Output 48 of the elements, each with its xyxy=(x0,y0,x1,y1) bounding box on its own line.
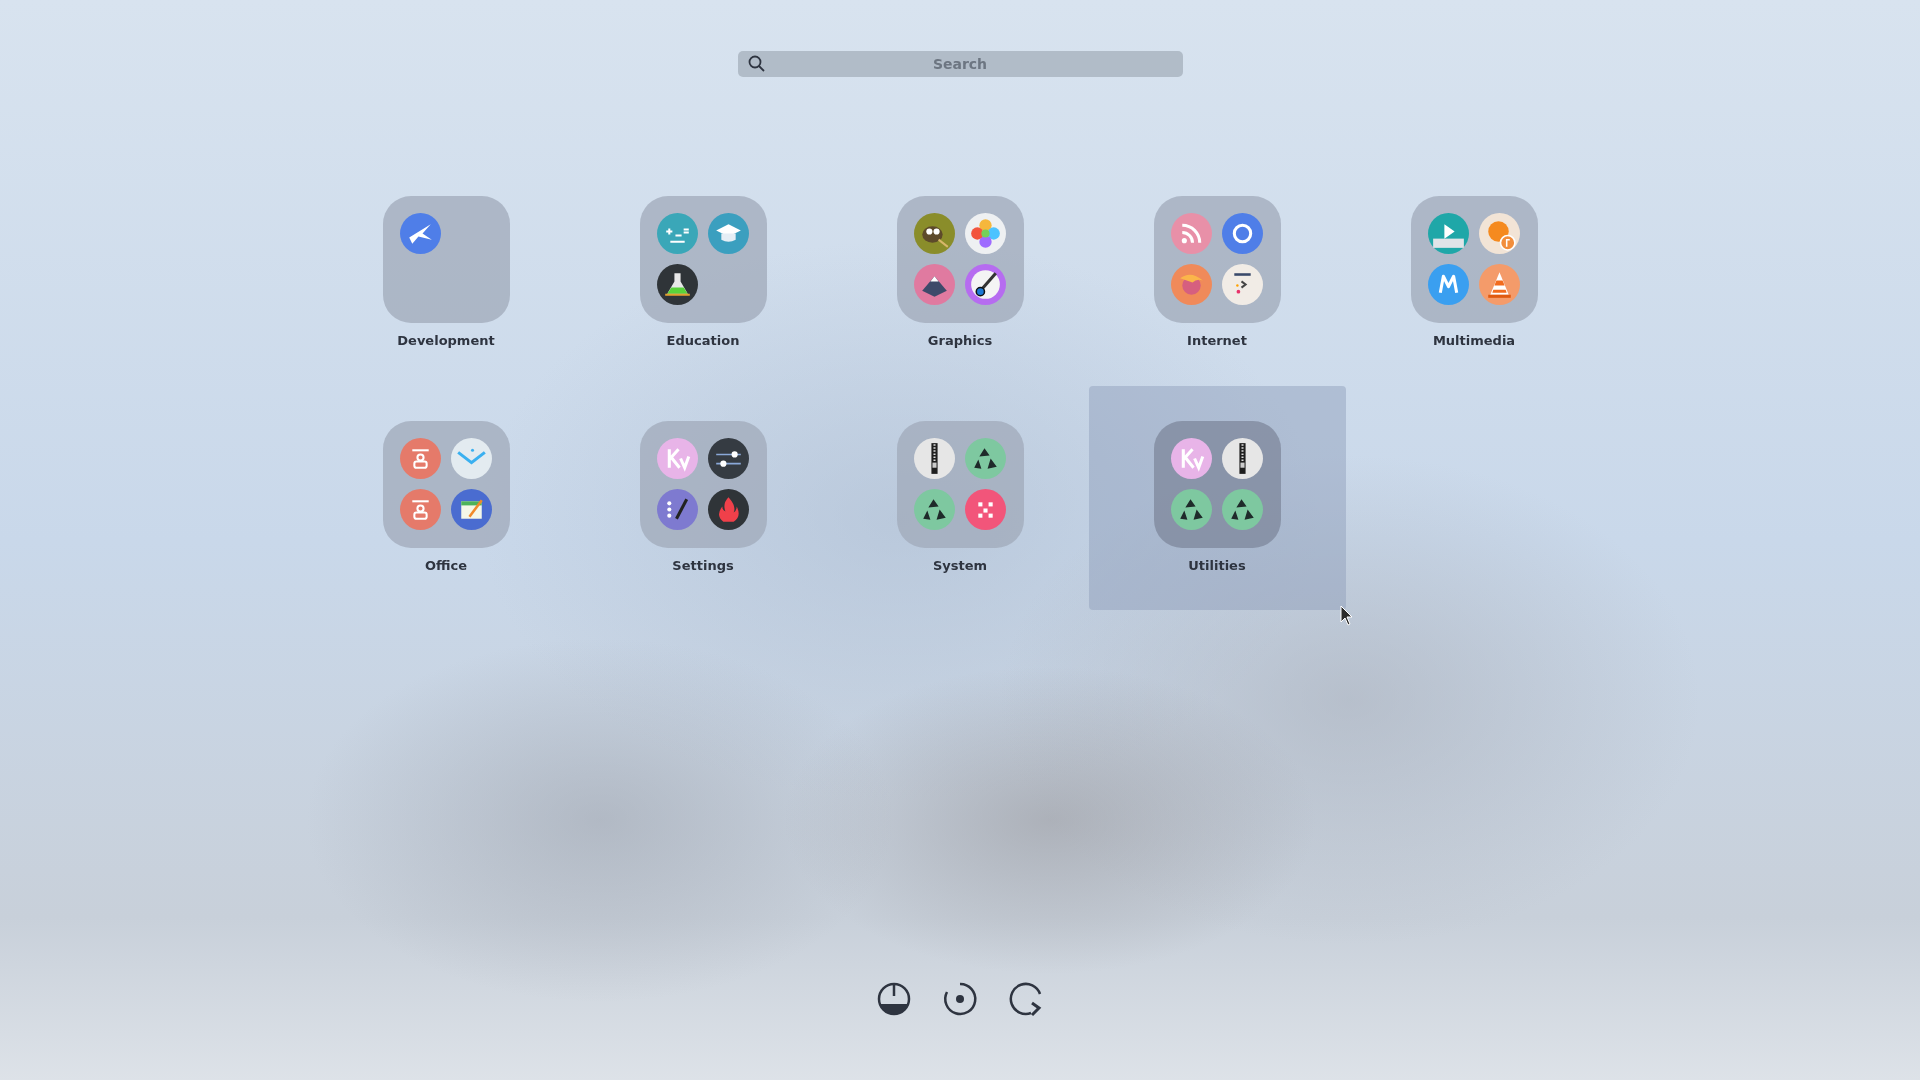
app-folder[interactable]: Settings xyxy=(574,386,832,610)
folder-label: Education xyxy=(666,333,740,348)
envelope-icon xyxy=(450,438,492,479)
traffic-cone-icon xyxy=(1478,264,1520,305)
blocks-icon xyxy=(964,489,1006,530)
folder-label: Graphics xyxy=(927,333,993,348)
pencil-list-icon xyxy=(656,489,698,530)
vector-mountain-icon xyxy=(913,264,955,305)
zipper-icon xyxy=(913,438,955,479)
search-field[interactable]: Search xyxy=(737,51,1183,77)
app-folder[interactable]: Multimedia xyxy=(1345,161,1603,385)
graduation-cap-icon xyxy=(707,213,749,254)
sliders-icon xyxy=(707,438,749,479)
folder-label: Multimedia xyxy=(1432,333,1516,348)
contact-card-icon xyxy=(399,489,441,530)
play-button-icon xyxy=(1427,213,1469,254)
app-folder[interactable]: Utilities xyxy=(1088,386,1346,610)
power-button[interactable] xyxy=(875,980,913,1018)
folder-label: Utilities xyxy=(1188,558,1246,573)
flame-icon xyxy=(707,489,749,530)
letter-m-icon xyxy=(1427,264,1469,305)
rss-feed-icon xyxy=(1170,213,1212,254)
bird-icon xyxy=(399,213,441,254)
app-folder[interactable]: Internet xyxy=(1088,161,1346,385)
folder-label: System xyxy=(932,558,988,573)
flower-icon xyxy=(964,213,1006,254)
paintbrush-icon xyxy=(964,264,1006,305)
folder-label: Development xyxy=(397,333,495,348)
app-folder[interactable]: Education xyxy=(574,161,832,385)
letters-kv-icon xyxy=(1170,438,1212,479)
letters-kv-icon xyxy=(656,438,698,479)
app-folder[interactable]: Graphics xyxy=(831,161,1089,385)
flask-icon xyxy=(656,264,698,305)
terminal-icon xyxy=(1221,264,1263,305)
folder-label: Settings xyxy=(672,558,734,573)
browser-ring-icon xyxy=(1221,213,1263,254)
app-folder[interactable]: System xyxy=(831,386,1089,610)
formula-icon xyxy=(656,213,698,254)
mouse-pointer-icon xyxy=(1340,605,1354,627)
search-icon xyxy=(747,55,765,72)
calendar-pencil-icon xyxy=(450,489,492,530)
folder-label: Internet xyxy=(1187,333,1247,348)
contact-card-icon xyxy=(399,438,441,479)
app-folder[interactable]: Development xyxy=(317,161,575,385)
suspend-button[interactable] xyxy=(941,980,979,1018)
zipper-icon xyxy=(1221,438,1263,479)
app-folder[interactable]: Office xyxy=(317,386,575,610)
folder-label: Office xyxy=(424,558,468,573)
